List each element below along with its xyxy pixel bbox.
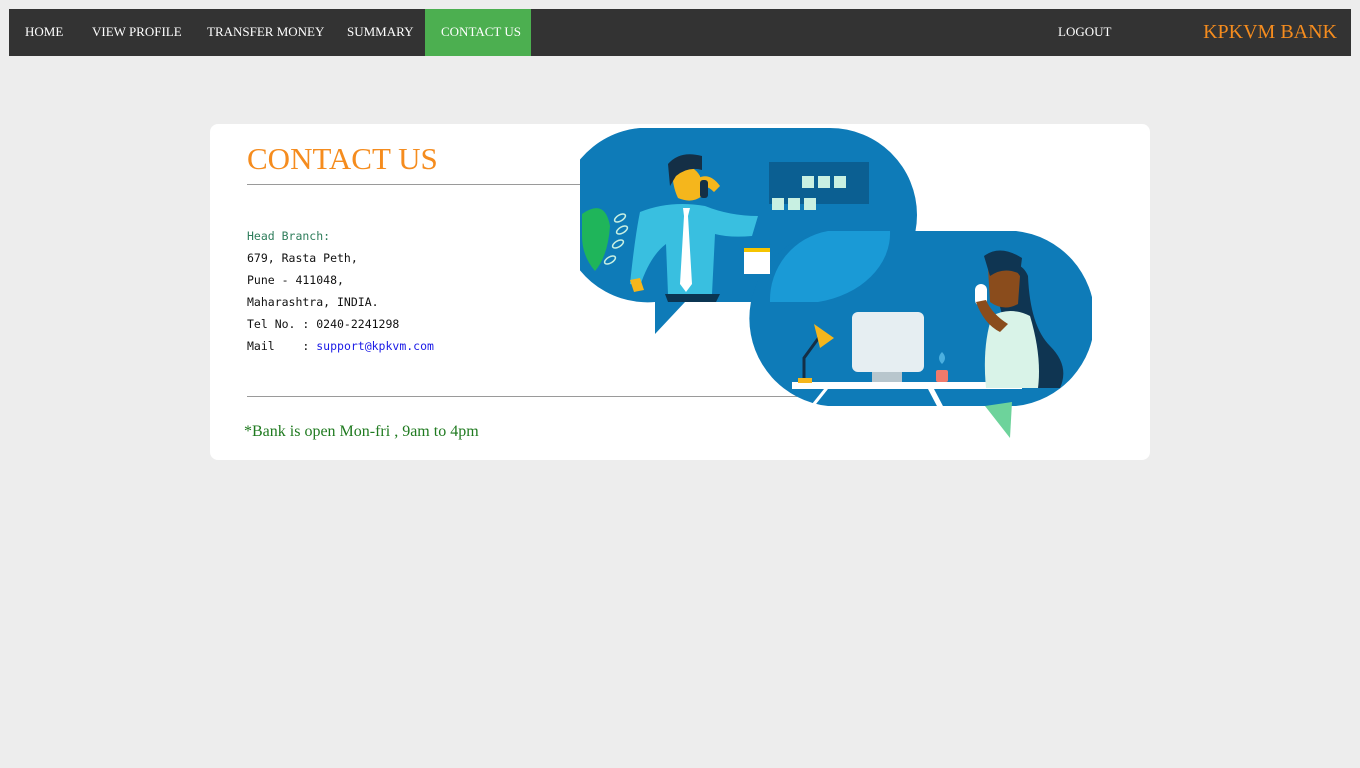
mail-link[interactable]: support@kpkvm.com: [316, 339, 434, 353]
contact-card: CONTACT US Head Branch: 679, Rasta Peth,…: [210, 124, 1150, 460]
head-branch-label: Head Branch:: [247, 229, 331, 243]
nav-contact-us[interactable]: CONTACT US: [425, 9, 531, 56]
divider-top: [247, 184, 581, 185]
address-block: Head Branch: 679, Rasta Peth, Pune - 411…: [247, 225, 434, 357]
mail-line: Mail : support@kpkvm.com: [247, 335, 434, 357]
address-line-1: 679, Rasta Peth,: [247, 251, 358, 265]
address-line-3: Maharashtra, INDIA.: [247, 295, 379, 309]
nav-home[interactable]: HOME: [25, 9, 63, 56]
address-line-2: Pune - 411048,: [247, 273, 344, 287]
contact-illustration-icon: [580, 128, 1092, 438]
nav-logout[interactable]: LOGOUT: [1058, 9, 1111, 56]
opening-hours-note: *Bank is open Mon-fri , 9am to 4pm: [244, 423, 479, 440]
brand-name: KPKVM BANK: [1203, 21, 1337, 43]
mail-label: Mail :: [247, 339, 317, 353]
nav-transfer-money[interactable]: TRANSFER MONEY: [207, 9, 324, 56]
nav-summary[interactable]: SUMMARY: [347, 9, 413, 56]
top-navbar: HOME VIEW PROFILE TRANSFER MONEY SUMMARY…: [9, 9, 1351, 56]
nav-view-profile[interactable]: VIEW PROFILE: [92, 9, 182, 56]
page-title: CONTACT US: [247, 141, 438, 176]
telephone-line: Tel No. : 0240-2241298: [247, 317, 400, 331]
